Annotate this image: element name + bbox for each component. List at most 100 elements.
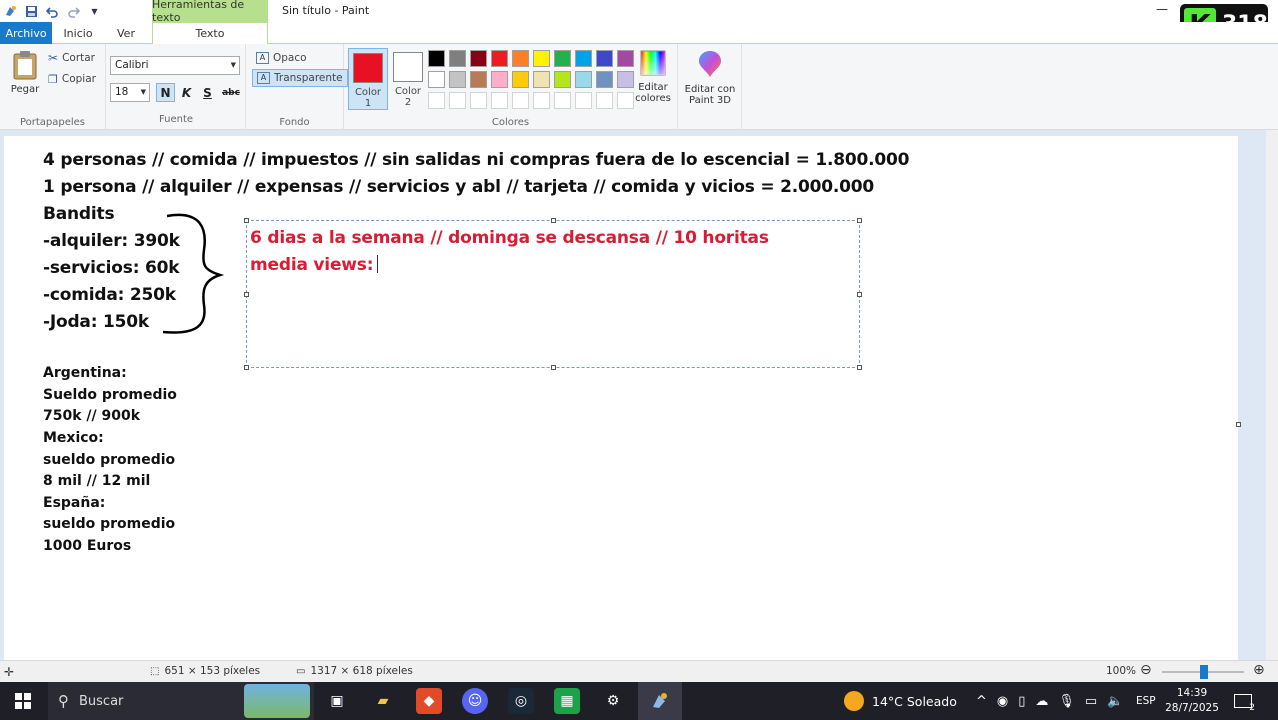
- tab-archivo[interactable]: Archivo: [0, 22, 52, 44]
- game-app-icon[interactable]: ▦: [554, 688, 580, 714]
- crosshair-icon: ✛: [4, 665, 15, 679]
- discord-icon[interactable]: ☺: [462, 688, 488, 714]
- italic-button[interactable]: K: [177, 83, 196, 102]
- undo-icon[interactable]: [44, 3, 61, 20]
- font-size-select[interactable]: 18 ▼: [110, 83, 150, 102]
- zoom-in-icon[interactable]: ⊕: [1253, 662, 1265, 678]
- canvas-resize-handle[interactable]: [1236, 422, 1241, 427]
- edit-with-paint3d-button[interactable]: Editar con Paint 3D: [682, 50, 738, 106]
- chevron-down-icon: ▼: [140, 88, 146, 96]
- bold-button[interactable]: N: [156, 83, 175, 102]
- custom-color-slot[interactable]: [449, 92, 466, 109]
- active-text-box[interactable]: 6 dias a la semana // dominga se descans…: [244, 218, 862, 370]
- custom-color-slot[interactable]: [533, 92, 550, 109]
- chevron-up-icon[interactable]: ^: [976, 694, 987, 709]
- canvas-text-line1: 4 personas // comida // impuestos // sin…: [43, 150, 910, 170]
- drawing-canvas[interactable]: 4 personas // comida // impuestos // sin…: [4, 136, 1238, 660]
- palette-color-swatch[interactable]: [491, 71, 508, 88]
- paste-button[interactable]: Pegar: [6, 50, 44, 95]
- background-group-label: Fondo: [279, 117, 310, 128]
- language-indicator[interactable]: ESP: [1136, 682, 1156, 720]
- palette-color-swatch[interactable]: [470, 71, 487, 88]
- steam-icon[interactable]: ◎: [508, 688, 534, 714]
- customize-toolbar-icon[interactable]: ▼: [86, 3, 103, 20]
- cut-button[interactable]: ✂ Cortar: [48, 49, 95, 67]
- paint-app-icon[interactable]: [2, 3, 19, 20]
- underline-button[interactable]: S: [198, 83, 217, 102]
- palette-color-swatch[interactable]: [554, 50, 571, 67]
- copy-button[interactable]: ❐ Copiar: [48, 70, 96, 88]
- network-icon[interactable]: ▭: [1085, 694, 1097, 709]
- scissors-icon: ✂: [48, 51, 59, 65]
- vertical-scrollbar[interactable]: [1266, 130, 1278, 660]
- resize-handle[interactable]: [244, 218, 249, 223]
- taskbar-clock[interactable]: 14:39 28/7/2025: [1162, 686, 1222, 716]
- tab-texto[interactable]: Texto: [152, 22, 268, 45]
- custom-color-slot[interactable]: [512, 92, 529, 109]
- color1-selector[interactable]: Color 1: [348, 48, 388, 110]
- opaque-option[interactable]: A Opaco: [252, 49, 311, 67]
- file-explorer-icon[interactable]: ▰: [370, 688, 396, 714]
- app-tray-icon[interactable]: ▯: [1018, 694, 1025, 709]
- palette-color-swatch[interactable]: [428, 71, 445, 88]
- palette-color-swatch[interactable]: [470, 50, 487, 67]
- volume-icon[interactable]: 🔈: [1107, 694, 1123, 709]
- resize-handle[interactable]: [551, 365, 556, 370]
- weather-widget[interactable]: 14°C Soleado: [844, 682, 957, 720]
- palette-color-swatch[interactable]: [596, 50, 613, 67]
- save-icon[interactable]: [23, 3, 40, 20]
- resize-handle[interactable]: [857, 218, 862, 223]
- custom-color-slot[interactable]: [596, 92, 613, 109]
- palette-color-swatch[interactable]: [428, 50, 445, 67]
- ribbon: Pegar ✂ Cortar ❐ Copiar Portapapeles Cal…: [0, 44, 1278, 130]
- palette-color-swatch[interactable]: [596, 71, 613, 88]
- resize-handle[interactable]: [244, 365, 249, 370]
- textbox-line2-text: media views:: [250, 255, 374, 275]
- resize-handle[interactable]: [551, 218, 556, 223]
- color2-selector[interactable]: Color 2: [388, 48, 428, 110]
- resize-handle[interactable]: [244, 292, 249, 297]
- edit-colors-button[interactable]: Editar colores: [632, 50, 674, 104]
- custom-color-slot[interactable]: [491, 92, 508, 109]
- custom-color-slot[interactable]: [428, 92, 445, 109]
- cloud-icon[interactable]: ☁: [1035, 694, 1048, 709]
- status-bar: ✛ ⬚ 651 × 153 píxeles ▭ 1317 × 618 píxel…: [0, 660, 1278, 682]
- palette-color-swatch[interactable]: [512, 71, 529, 88]
- palette-color-swatch[interactable]: [575, 71, 592, 88]
- search-highlight-icon[interactable]: [244, 684, 310, 718]
- palette-color-swatch[interactable]: [491, 50, 508, 67]
- strikethrough-button[interactable]: abc: [220, 83, 242, 102]
- notifications-button[interactable]: 2: [1234, 682, 1255, 720]
- minimize-button[interactable]: —: [1156, 2, 1168, 16]
- canvas-area: 4 personas // comida // impuestos // sin…: [0, 130, 1278, 660]
- zoom-slider-thumb[interactable]: [1200, 665, 1208, 679]
- custom-color-slot[interactable]: [575, 92, 592, 109]
- copy-icon: ❐: [48, 72, 58, 86]
- brave-browser-icon[interactable]: ◆: [416, 688, 442, 714]
- transparent-option[interactable]: A Transparente: [252, 69, 348, 87]
- microphone-icon[interactable]: 🎙: [1058, 694, 1075, 709]
- palette-color-swatch[interactable]: [533, 50, 550, 67]
- task-view-icon[interactable]: ▣: [324, 688, 350, 714]
- country-note: 1000 Euros: [43, 538, 132, 554]
- tab-ver[interactable]: Ver: [104, 22, 148, 44]
- record-icon[interactable]: ◉: [997, 694, 1008, 709]
- palette-color-swatch[interactable]: [449, 71, 466, 88]
- font-family-select[interactable]: Calibri ▼: [110, 56, 240, 75]
- redo-icon[interactable]: [65, 3, 82, 20]
- tab-inicio[interactable]: Inicio: [56, 22, 100, 44]
- custom-color-slot[interactable]: [554, 92, 571, 109]
- settings-gear-icon[interactable]: ⚙: [600, 688, 626, 714]
- color2-swatch: [393, 52, 423, 82]
- palette-color-swatch[interactable]: [449, 50, 466, 67]
- palette-color-swatch[interactable]: [554, 71, 571, 88]
- zoom-out-icon[interactable]: ⊖: [1140, 662, 1152, 678]
- resize-handle[interactable]: [857, 365, 862, 370]
- palette-color-swatch[interactable]: [512, 50, 529, 67]
- custom-color-slot[interactable]: [470, 92, 487, 109]
- windows-start-icon[interactable]: [10, 688, 36, 714]
- palette-color-swatch[interactable]: [533, 71, 550, 88]
- paint-taskbar-icon[interactable]: [638, 682, 682, 720]
- resize-handle[interactable]: [857, 292, 862, 297]
- palette-color-swatch[interactable]: [575, 50, 592, 67]
